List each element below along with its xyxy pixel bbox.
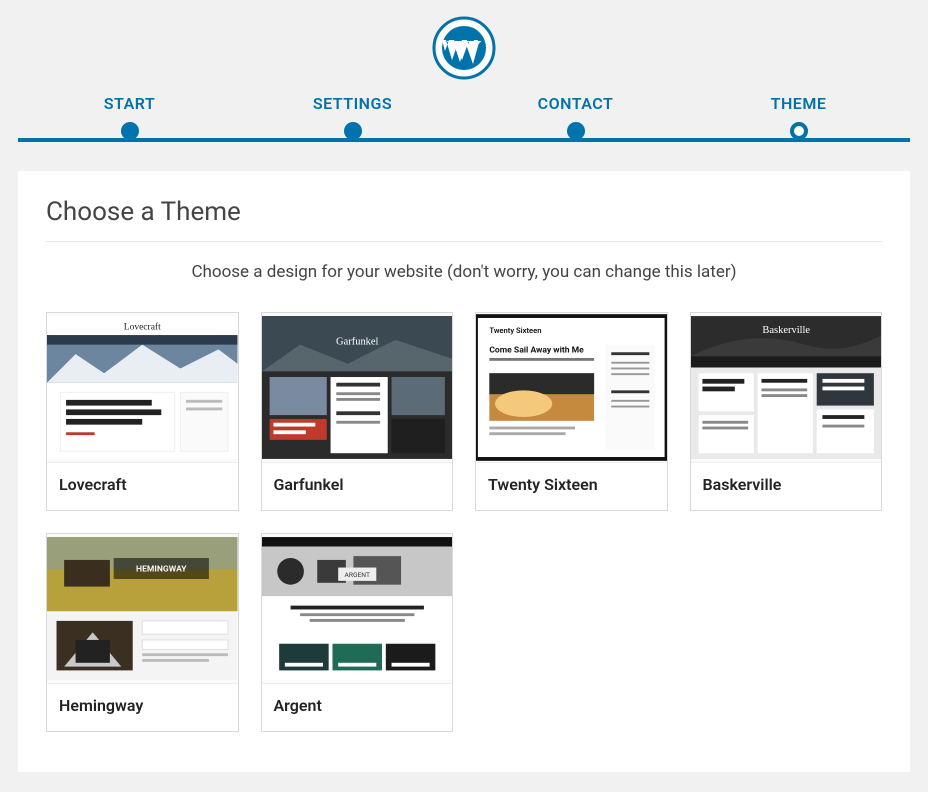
theme-name: Argent [262, 684, 453, 731]
theme-card-garfunkel[interactable]: Garfunkel Garfun [261, 312, 454, 511]
step-dot [344, 122, 362, 140]
theme-thumbnail: HEMINGWAY [47, 534, 238, 684]
theme-card-argent[interactable]: ARGENT Argent [261, 533, 454, 732]
step-contact[interactable]: CONTACT [464, 94, 687, 149]
setup-stepper: START SETTINGS CONTACT THEME [18, 94, 910, 149]
theme-card-lovecraft[interactable]: Lovecraft Lovecraft [46, 312, 239, 511]
svg-text:Baskerville: Baskerville [762, 325, 810, 336]
step-dot [121, 122, 139, 140]
svg-text:Come Sail Away with Me: Come Sail Away with Me [489, 345, 584, 355]
svg-text:Twenty Sixteen: Twenty Sixteen [489, 326, 541, 335]
theme-name: Baskerville [691, 463, 882, 510]
divider [46, 241, 882, 242]
step-settings[interactable]: SETTINGS [241, 94, 464, 149]
theme-thumbnail: Lovecraft [47, 313, 238, 463]
svg-text:HEMINGWAY: HEMINGWAY [136, 564, 187, 574]
theme-thumbnail: Baskerville [691, 313, 882, 463]
page-subtitle: Choose a design for your website (don't … [46, 262, 882, 282]
theme-thumbnail: ARGENT [262, 534, 453, 684]
svg-text:Lovecraft: Lovecraft [124, 321, 161, 332]
content-panel: Choose a Theme Choose a design for your … [18, 171, 910, 772]
theme-thumbnail: Garfunkel [262, 313, 453, 463]
svg-text:Garfunkel: Garfunkel [336, 337, 379, 348]
step-dot [790, 122, 808, 140]
theme-name: Hemingway [47, 684, 238, 731]
svg-text:ARGENT: ARGENT [344, 571, 369, 579]
step-dot [567, 122, 585, 140]
page-title: Choose a Theme [46, 197, 882, 227]
step-start[interactable]: START [18, 94, 241, 149]
theme-name: Lovecraft [47, 463, 238, 510]
wordpress-icon [432, 16, 496, 80]
theme-grid: Lovecraft Lovecraft [46, 312, 882, 732]
theme-card-twentysixteen[interactable]: Twenty Sixteen Come Sail Away with Me [475, 312, 668, 511]
theme-card-hemingway[interactable]: HEMINGWAY Hemingway [46, 533, 239, 732]
step-theme[interactable]: THEME [687, 94, 910, 149]
theme-name: Twenty Sixteen [476, 463, 667, 510]
theme-name: Garfunkel [262, 463, 453, 510]
theme-card-baskerville[interactable]: Baskerville [690, 312, 883, 511]
wordpress-logo [0, 10, 928, 94]
theme-thumbnail: Twenty Sixteen Come Sail Away with Me [476, 313, 667, 463]
